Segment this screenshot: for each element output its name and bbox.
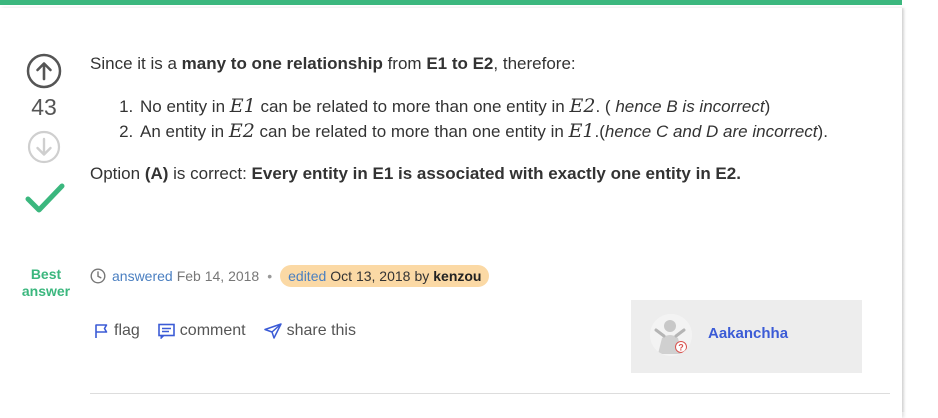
best-answer-label: Best answer [14, 266, 78, 300]
answer-meta: answered Feb 14, 2018 • edited Oct 13, 2… [90, 264, 490, 288]
conclusion-option: (A) [144, 164, 169, 183]
item-text: No entity in [140, 97, 230, 116]
conclusion-statement: Every entity in E1 is associated with ex… [251, 164, 741, 183]
intro-text-mid: from [382, 54, 427, 73]
user-card: ? Aakanchha [631, 300, 862, 373]
share-button[interactable]: share this [263, 322, 356, 340]
checkmark-icon [25, 183, 65, 213]
top-accent-bar [0, 0, 902, 5]
best-answer-line2: answer [21, 283, 71, 299]
item-text: ). [817, 122, 828, 141]
edited-link[interactable]: edited [288, 268, 326, 284]
answer-list: No entity in E1 can be related to more t… [90, 94, 890, 144]
user-avatar-icon[interactable]: ? [650, 314, 692, 356]
conclusion-text: Option [90, 164, 145, 183]
avatar-figure: ? [650, 314, 692, 356]
item-text: . ( [595, 97, 616, 116]
item-text: An entity in [140, 122, 229, 141]
math-e1: E1 [568, 120, 595, 142]
vote-count: 43 [31, 94, 57, 120]
comment-label: comment [179, 322, 246, 339]
best-answer-line1: Best [30, 266, 62, 282]
list-item: An entity in E2 can be related to more t… [138, 119, 890, 144]
edited-date: Oct 13, 2018 [330, 268, 411, 284]
item-text: can be related to more than one entity i… [254, 122, 569, 141]
flag-icon [95, 324, 108, 338]
svg-text:?: ? [678, 343, 684, 353]
item-text: ) [764, 97, 771, 116]
intro-bold-relationship: many to one relationship [181, 54, 383, 73]
divider [90, 393, 890, 394]
answer-conclusion: Option (A) is correct: Every entity in E… [90, 162, 890, 186]
flag-button[interactable]: flag [94, 322, 140, 340]
edited-by-text: by [414, 268, 430, 284]
intro-bold-entities: E1 to E2 [426, 54, 494, 73]
edited-user-link[interactable]: kenzou [433, 268, 481, 284]
intro-text: Since it is a [90, 54, 182, 73]
math-e1: E1 [229, 95, 256, 117]
answered-link[interactable]: answered [112, 268, 173, 284]
meta-separator: • [267, 268, 273, 284]
arrow-up-circle-icon[interactable] [25, 52, 63, 90]
math-e2: E2 [228, 120, 255, 142]
share-label: share this [286, 322, 356, 339]
item-note: hence B is incorrect [615, 97, 765, 116]
arrow-down-circle-icon[interactable] [25, 128, 63, 166]
item-text: .( [594, 122, 605, 141]
answer-intro: Since it is a many to one relationship f… [90, 52, 890, 76]
answer-body: Since it is a many to one relationship f… [90, 52, 890, 186]
math-e2: E2 [569, 95, 596, 117]
conclusion-text: is correct: [168, 164, 252, 183]
flag-label: flag [114, 322, 140, 339]
answer-actions: flag comment share this [94, 320, 374, 342]
list-item: No entity in E1 can be related to more t… [138, 94, 890, 119]
user-name-link[interactable]: Aakanchha [708, 325, 788, 342]
answered-date: Feb 14, 2018 [176, 268, 260, 284]
share-icon [263, 323, 282, 339]
item-note: hence C and D are incorrect [604, 122, 818, 141]
clock-icon [90, 268, 106, 284]
comment-button[interactable]: comment [157, 322, 246, 340]
intro-text-end: , therefore: [493, 54, 576, 73]
edited-badge: edited Oct 13, 2018 by kenzou [280, 265, 490, 287]
card-shadow [902, 8, 905, 412]
comment-icon [157, 323, 175, 339]
item-text: can be related to more than one entity i… [255, 97, 570, 116]
